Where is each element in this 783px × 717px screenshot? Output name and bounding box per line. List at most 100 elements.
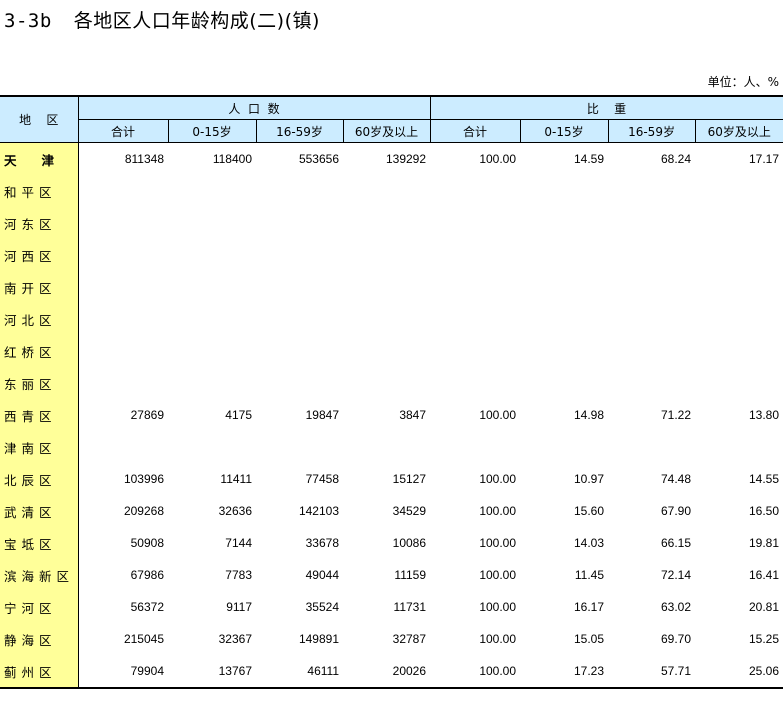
value-cell	[168, 175, 256, 207]
value-cell: 16.17	[573, 600, 605, 614]
value-cell	[430, 367, 520, 399]
value-cell: 3847	[399, 408, 427, 422]
region-cell: 南开区	[0, 271, 79, 303]
column-header: 60岁及以上	[342, 119, 431, 143]
value-cell	[168, 303, 256, 335]
value-cell: 13.80	[749, 408, 780, 422]
value-cell: 11411	[220, 472, 252, 486]
table-row: 津南区	[0, 431, 783, 463]
column-header: 0-15岁	[167, 119, 257, 143]
value-cell: 20026	[343, 655, 431, 689]
value-cell	[695, 271, 783, 303]
value-cell	[78, 367, 168, 399]
value-cell: 100.00	[430, 655, 521, 689]
value-cell: 100.00	[479, 408, 517, 422]
value-cell	[256, 335, 343, 367]
value-cell: 100.00	[479, 568, 517, 582]
value-cell	[256, 431, 343, 463]
value-cell: 79904	[78, 655, 168, 689]
value-cell: 11.45	[574, 568, 605, 582]
column-header: 0-15岁	[519, 119, 609, 143]
value-cell: 15.25	[749, 632, 780, 646]
value-cell: 10.97	[573, 472, 605, 486]
value-cell	[168, 239, 256, 271]
region-cell: 津南区	[0, 431, 79, 463]
population-group-header: 人 口 数	[77, 95, 431, 120]
value-cell: 50908	[130, 536, 164, 550]
value-cell: 72.14	[660, 568, 692, 582]
value-cell	[608, 431, 695, 463]
value-cell: 100.00	[479, 600, 517, 614]
value-cell	[695, 431, 783, 463]
value-cell	[78, 175, 168, 207]
region-cell: 西青区	[0, 399, 79, 431]
value-cell: 209268	[123, 504, 164, 518]
region-cell: 滨海新区	[0, 559, 79, 591]
value-cell	[695, 239, 783, 271]
table-row: 东丽区	[0, 367, 783, 399]
table-row: 滨海新区 67986 7783 49044 11159 100.00 11.45 72.14 1…	[0, 559, 783, 591]
value-cell: 14.03	[573, 536, 605, 550]
value-cell	[256, 271, 343, 303]
region-cell: 蓟州区	[0, 655, 79, 689]
value-cell	[520, 271, 608, 303]
value-cell	[343, 239, 430, 271]
value-cell	[256, 303, 343, 335]
value-cell	[608, 335, 695, 367]
value-cell: 19.81	[749, 536, 780, 550]
value-cell	[608, 303, 695, 335]
value-cell: 67986	[130, 568, 164, 582]
table-code: 3-3b	[4, 10, 52, 32]
value-cell	[520, 175, 608, 207]
region-cell: 红桥区	[0, 335, 79, 367]
value-cell	[430, 175, 520, 207]
value-cell: 32787	[392, 632, 427, 646]
table-row: 宝坻区 50908 7144 33678 10086 100.00 14.03 66.15 19…	[0, 527, 783, 559]
value-cell: 100.00	[479, 472, 517, 486]
value-cell	[608, 239, 695, 271]
table-row: 天津 811348 118400 553656 139292 100.00 14.59 68.…	[0, 142, 783, 175]
table-title-text: 各地区人口年龄构成(二)(镇)	[73, 10, 320, 32]
value-cell	[168, 367, 256, 399]
region-cell: 天津	[0, 142, 79, 175]
value-cell: 25.06	[695, 655, 783, 689]
value-cell: 15127	[392, 472, 427, 486]
value-cell: 100.00	[479, 536, 517, 550]
value-cell: 49044	[305, 568, 339, 582]
value-cell: 46111	[256, 655, 343, 689]
value-cell: 811348	[124, 152, 164, 166]
table-row: 西青区 27869 4175 19847 3847 100.00 14.98 71.22 13.…	[0, 399, 783, 431]
value-cell	[78, 431, 168, 463]
table-row: 蓟州区 79904 13767 46111 20026 100.00 17.23 57.71 2…	[0, 655, 783, 689]
value-cell: 11731	[393, 600, 427, 614]
value-cell: 32636	[218, 504, 252, 518]
value-cell: 71.22	[660, 408, 692, 422]
region-cell: 北辰区	[0, 463, 79, 495]
value-cell	[78, 271, 168, 303]
value-cell: 14.98	[573, 408, 605, 422]
value-cell: 33678	[305, 536, 339, 550]
value-cell: 77458	[305, 472, 339, 486]
value-cell	[430, 431, 520, 463]
page-title: 3-3b 各地区人口年龄构成(二)(镇)	[4, 6, 320, 33]
value-cell: 100.00	[479, 504, 517, 518]
table-row: 河东区	[0, 207, 783, 239]
ratio-group-header: 比 重	[429, 95, 783, 120]
region-cell: 武清区	[0, 495, 79, 527]
value-cell: 10086	[392, 536, 427, 550]
column-header: 16-59岁	[607, 119, 696, 143]
value-cell	[608, 271, 695, 303]
value-cell: 15.60	[573, 504, 605, 518]
value-cell	[695, 335, 783, 367]
region-cell: 河东区	[0, 207, 79, 239]
value-cell: 57.71	[608, 655, 696, 689]
table-row: 河北区	[0, 303, 783, 335]
value-cell	[430, 303, 520, 335]
value-cell	[343, 303, 430, 335]
column-header: 合计	[77, 119, 169, 143]
value-cell: 13767	[168, 655, 256, 689]
region-cell: 东丽区	[0, 367, 79, 399]
value-cell: 35524	[305, 600, 339, 614]
value-cell: 15.05	[573, 632, 605, 646]
value-cell: 100.00	[479, 632, 517, 646]
